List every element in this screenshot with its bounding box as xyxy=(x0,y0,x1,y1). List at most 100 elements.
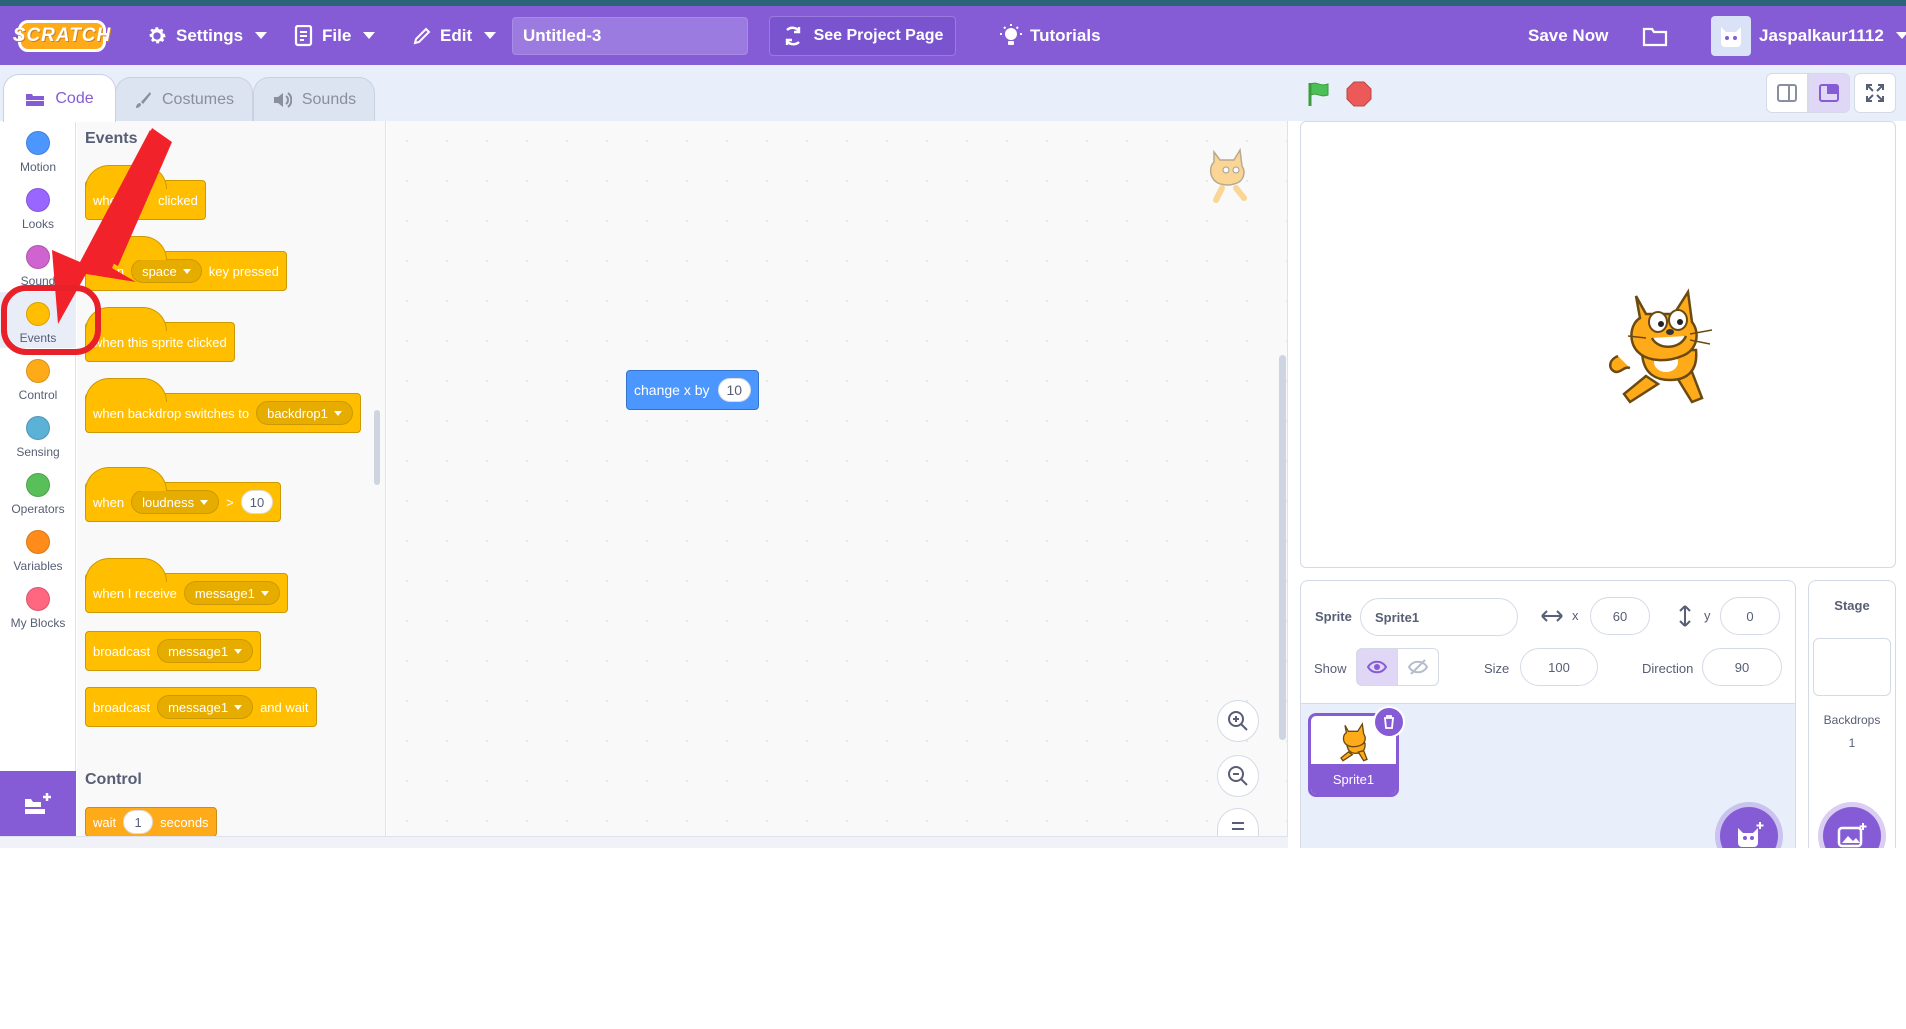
trash-icon xyxy=(1384,715,1394,729)
category-dot xyxy=(26,416,50,440)
block-when-backdrop-switches[interactable]: when backdrop switches to backdrop1 xyxy=(85,378,361,433)
zoom-in-button[interactable] xyxy=(1217,700,1259,742)
message-dropdown[interactable]: message1 xyxy=(157,639,254,663)
category-variables[interactable]: Variables xyxy=(0,520,76,576)
message-dropdown[interactable]: message1 xyxy=(183,581,280,605)
block-text: when I receive xyxy=(93,585,177,601)
block-when-i-receive[interactable]: when I receive message1 xyxy=(85,558,288,613)
edit-menu[interactable]: Edit xyxy=(412,6,497,65)
category-dot xyxy=(26,473,50,497)
workspace-block-change-x[interactable]: change x by 10 xyxy=(626,370,760,410)
vertical-arrows-icon xyxy=(1679,605,1691,627)
hat-cap xyxy=(85,467,167,491)
workspace-scrollbar[interactable] xyxy=(1279,355,1286,740)
add-extension-button[interactable] xyxy=(0,771,76,836)
category-operators[interactable]: Operators xyxy=(0,463,76,519)
palette-section-control: Control xyxy=(85,771,142,788)
normal-stage-button[interactable] xyxy=(1808,73,1850,113)
backdrop-plus-icon xyxy=(1837,823,1867,848)
green-flag-icon[interactable] xyxy=(1305,80,1333,108)
dropdown-value: message1 xyxy=(168,643,229,659)
project-title-input[interactable] xyxy=(512,17,748,55)
account-menu[interactable]: Jaspalkaur1112 xyxy=(1711,6,1906,65)
y-input[interactable]: 0 xyxy=(1720,597,1780,635)
size-label: Size xyxy=(1484,661,1510,676)
cat-avatar-icon xyxy=(1721,26,1741,47)
small-stage-button[interactable] xyxy=(1766,73,1808,113)
category-my-blocks[interactable]: My Blocks xyxy=(0,577,76,633)
category-sensing[interactable]: Sensing xyxy=(0,406,76,462)
block-when-loudness[interactable]: when loudness > 10 xyxy=(85,467,282,522)
small-stage-icon xyxy=(1777,84,1797,102)
dropdown-value: message1 xyxy=(168,699,229,715)
settings-label: Settings xyxy=(176,25,244,45)
scratch-logo[interactable]: SCRATCH xyxy=(13,20,110,52)
block-text: broadcast xyxy=(93,643,151,659)
sensor-dropdown[interactable]: loudness xyxy=(131,490,220,514)
number-input[interactable]: 10 xyxy=(240,490,274,514)
file-label: File xyxy=(322,25,352,45)
show-label: Show xyxy=(1314,661,1347,676)
normal-stage-icon xyxy=(1819,84,1839,102)
horizontal-arrows-icon xyxy=(1541,610,1563,622)
save-now-button[interactable]: Save Now xyxy=(1528,6,1608,65)
backdrops-label: Backdrops xyxy=(1823,713,1881,727)
see-project-page-button[interactable]: See Project Page xyxy=(769,16,956,56)
number-input[interactable]: 1 xyxy=(123,810,154,834)
speaker-icon xyxy=(273,91,292,108)
file-icon xyxy=(294,24,313,46)
chevron-down-icon xyxy=(182,268,191,274)
stage-canvas[interactable] xyxy=(1300,121,1896,568)
add-extension-icon xyxy=(25,792,51,814)
avatar xyxy=(1711,15,1751,56)
delete-sprite-button[interactable] xyxy=(1373,706,1405,738)
stage-backdrop-thumbnail[interactable] xyxy=(1813,638,1891,696)
category-dot xyxy=(26,359,50,383)
editor-bottom-bar xyxy=(0,836,1288,848)
equals-icon xyxy=(1232,822,1244,830)
eye-slash-icon xyxy=(1408,659,1428,675)
palette-scrollbar[interactable] xyxy=(374,410,380,485)
block-text: key pressed xyxy=(208,263,279,279)
backdrops-count: 1 xyxy=(1848,736,1856,750)
username: Jaspalkaur1112 xyxy=(1759,25,1884,45)
direction-input[interactable]: 90 xyxy=(1702,648,1782,686)
zoom-out-icon xyxy=(1228,766,1248,786)
chevron-down-icon xyxy=(484,32,497,39)
save-now-label: Save Now xyxy=(1528,25,1609,45)
block-text: when xyxy=(93,494,125,510)
tab-costumes[interactable]: Costumes xyxy=(115,77,253,121)
block-text: when backdrop switches to xyxy=(93,405,250,421)
my-stuff-button[interactable] xyxy=(1642,6,1668,65)
block-text: change x by xyxy=(634,382,710,398)
backdrop-dropdown[interactable]: backdrop1 xyxy=(256,401,353,425)
number-input[interactable]: 10 xyxy=(717,378,752,402)
chevron-down-icon xyxy=(333,410,342,416)
size-input[interactable]: 100 xyxy=(1520,648,1598,686)
block-broadcast[interactable]: broadcast message1 xyxy=(85,631,262,671)
folder-icon xyxy=(1642,27,1668,46)
show-visible-button[interactable] xyxy=(1356,648,1398,686)
pencil-icon xyxy=(413,27,431,44)
x-input[interactable]: 60 xyxy=(1590,597,1650,635)
cat-plus-icon xyxy=(1738,822,1764,847)
sprite-name-input[interactable]: Sprite1 xyxy=(1360,598,1518,636)
file-menu[interactable]: File xyxy=(294,6,376,65)
stop-icon[interactable] xyxy=(1345,80,1373,108)
category-label: Operators xyxy=(11,502,65,516)
scratch-cat-sprite[interactable] xyxy=(1606,280,1732,412)
eye-icon xyxy=(1367,660,1387,674)
tab-code[interactable]: Code xyxy=(3,74,116,122)
block-wait-seconds[interactable]: wait 1 seconds xyxy=(85,807,217,837)
block-text: broadcast xyxy=(93,699,151,715)
settings-menu[interactable]: Settings xyxy=(146,6,268,65)
tutorials-button[interactable]: Tutorials xyxy=(1000,6,1101,65)
code-workspace[interactable] xyxy=(387,121,1288,836)
zoom-out-button[interactable] xyxy=(1217,755,1259,797)
fullscreen-button[interactable] xyxy=(1854,73,1896,113)
tab-sounds-label: Sounds xyxy=(301,90,357,108)
show-hidden-button[interactable] xyxy=(1397,648,1439,686)
message-dropdown[interactable]: message1 xyxy=(157,695,254,719)
block-broadcast-and-wait[interactable]: broadcast message1 and wait xyxy=(85,687,317,727)
tab-sounds[interactable]: Sounds xyxy=(253,77,375,121)
